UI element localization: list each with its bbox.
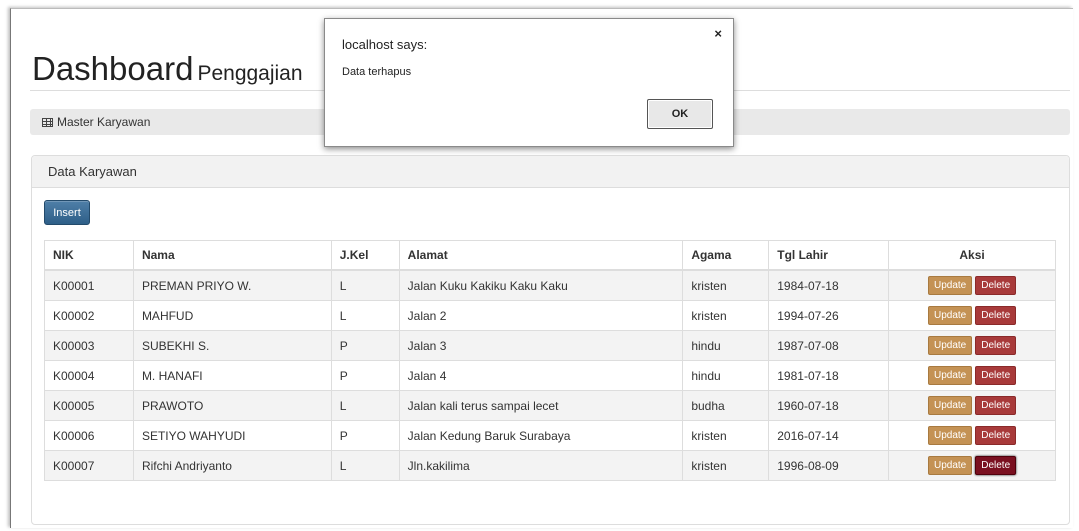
cell-nama: Rifchi Andriyanto — [132, 450, 332, 481]
header-aksi: Aksi — [888, 240, 1056, 271]
table-row: K00004 M. HANAFI P Jalan 4 hindu 1981-07… — [44, 360, 1056, 391]
table-row: K00003 SUBEKHI S. P Jalan 3 hindu 1987-0… — [44, 330, 1056, 361]
cell-aksi: Update Delete — [888, 269, 1056, 301]
header-nama: Nama — [132, 240, 332, 271]
breadcrumb-master-karyawan[interactable]: Master Karyawan — [57, 109, 150, 135]
page-title: Dashboard Penggajian — [32, 50, 303, 88]
update-button[interactable]: Update — [927, 456, 973, 475]
insert-button[interactable]: Insert — [44, 200, 90, 225]
cell-jkel: L — [330, 450, 400, 481]
delete-button[interactable]: Delete — [975, 426, 1017, 445]
cell-aksi: Update Delete — [888, 420, 1056, 451]
cell-tgl-lahir: 1996-08-09 — [768, 450, 890, 481]
cell-aksi: Update Delete — [888, 300, 1056, 331]
cell-agama: kristen — [682, 269, 770, 301]
update-button[interactable]: Update — [927, 396, 973, 415]
cell-alamat: Jalan 2 — [398, 300, 684, 331]
cell-aksi: Update Delete — [888, 390, 1056, 421]
delete-button[interactable]: Delete — [975, 366, 1017, 385]
cell-tgl-lahir: 2016-07-14 — [768, 420, 890, 451]
cell-tgl-lahir: 1994-07-26 — [768, 300, 890, 331]
table-row: K00001 PREMAN PRIYO W. L Jalan Kuku Kaki… — [44, 269, 1056, 301]
cell-nama: SUBEKHI S. — [132, 330, 332, 361]
cell-agama: kristen — [682, 300, 770, 331]
table-row: K00007 Rifchi Andriyanto L Jln.kakilima … — [44, 450, 1056, 481]
cell-agama: hindu — [682, 330, 770, 361]
cell-aksi: Update Delete — [888, 450, 1056, 481]
cell-agama: kristen — [682, 420, 770, 451]
table-row: K00005 PRAWOTO L Jalan kali terus sampai… — [44, 390, 1056, 421]
delete-button[interactable]: Delete — [975, 396, 1017, 415]
cell-alamat: Jalan kali terus sampai lecet — [398, 390, 684, 421]
cell-tgl-lahir: 1960-07-18 — [768, 390, 890, 421]
cell-nama: M. HANAFI — [132, 360, 332, 391]
update-button[interactable]: Update — [927, 336, 973, 355]
dialog-title: localhost says: — [342, 37, 428, 52]
cell-nik: K00001 — [44, 269, 134, 301]
table-row: K00002 MAHFUD L Jalan 2 kristen 1994-07-… — [44, 300, 1056, 331]
header-jkel: J.Kel — [330, 240, 400, 271]
cell-nama: PRAWOTO — [132, 390, 332, 421]
data-karyawan-panel: Data Karyawan Insert NIK Nama J.Kel Alam… — [31, 155, 1070, 525]
cell-nama: PREMAN PRIYO W. — [132, 269, 332, 301]
cell-aksi: Update Delete — [888, 360, 1056, 391]
cell-alamat: Jln.kakilima — [398, 450, 684, 481]
header-nik: NIK — [44, 240, 134, 271]
update-button[interactable]: Update — [927, 426, 973, 445]
employee-table: NIK Nama J.Kel Alamat Agama Tgl Lahir Ak… — [44, 240, 1056, 481]
cell-tgl-lahir: 1984-07-18 — [768, 269, 890, 301]
cell-aksi: Update Delete — [888, 330, 1056, 361]
update-button[interactable]: Update — [927, 276, 973, 295]
cell-jkel: L — [330, 269, 400, 301]
page-title-subtitle: Penggajian — [197, 62, 303, 85]
cell-agama: kristen — [682, 450, 770, 481]
cell-nik: K00003 — [44, 330, 134, 361]
table-row: K00006 SETIYO WAHYUDI P Jalan Kedung Bar… — [44, 420, 1056, 451]
update-button[interactable]: Update — [927, 306, 973, 325]
cell-nik: K00002 — [44, 300, 134, 331]
cell-jkel: P — [330, 360, 400, 391]
cell-alamat: Jalan Kuku Kakiku Kaku Kaku — [398, 269, 684, 301]
cell-nama: MAHFUD — [132, 300, 332, 331]
delete-button[interactable]: Delete — [975, 276, 1017, 295]
cell-nama: SETIYO WAHYUDI — [132, 420, 332, 451]
header-agama: Agama — [682, 240, 770, 271]
page-title-main: Dashboard — [32, 50, 194, 87]
ok-button[interactable]: OK — [647, 99, 713, 129]
cell-tgl-lahir: 1981-07-18 — [768, 360, 890, 391]
alert-dialog: localhost says: × Data terhapus OK — [324, 18, 734, 147]
cell-nik: K00006 — [44, 420, 134, 451]
header-alamat: Alamat — [398, 240, 684, 271]
cell-jkel: P — [330, 330, 400, 361]
delete-button[interactable]: Delete — [975, 336, 1017, 355]
cell-agama: hindu — [682, 360, 770, 391]
table-icon — [42, 117, 53, 127]
cell-jkel: L — [330, 390, 400, 421]
cell-nik: K00004 — [44, 360, 134, 391]
cell-alamat: Jalan 3 — [398, 330, 684, 361]
panel-heading: Data Karyawan — [32, 156, 1069, 188]
cell-agama: budha — [682, 390, 770, 421]
delete-button[interactable]: Delete — [975, 306, 1017, 325]
cell-jkel: P — [330, 420, 400, 451]
table-header-row: NIK Nama J.Kel Alamat Agama Tgl Lahir Ak… — [44, 240, 1056, 271]
cell-alamat: Jalan 4 — [398, 360, 684, 391]
cell-nik: K00007 — [44, 450, 134, 481]
cell-alamat: Jalan Kedung Baruk Surabaya — [398, 420, 684, 451]
cell-nik: K00005 — [44, 390, 134, 421]
cell-jkel: L — [330, 300, 400, 331]
close-icon[interactable]: × — [714, 26, 722, 41]
update-button[interactable]: Update — [927, 366, 973, 385]
dialog-message: Data terhapus — [342, 66, 412, 78]
header-tgl-lahir: Tgl Lahir — [768, 240, 890, 271]
delete-button[interactable]: Delete — [975, 456, 1017, 475]
cell-tgl-lahir: 1987-07-08 — [768, 330, 890, 361]
